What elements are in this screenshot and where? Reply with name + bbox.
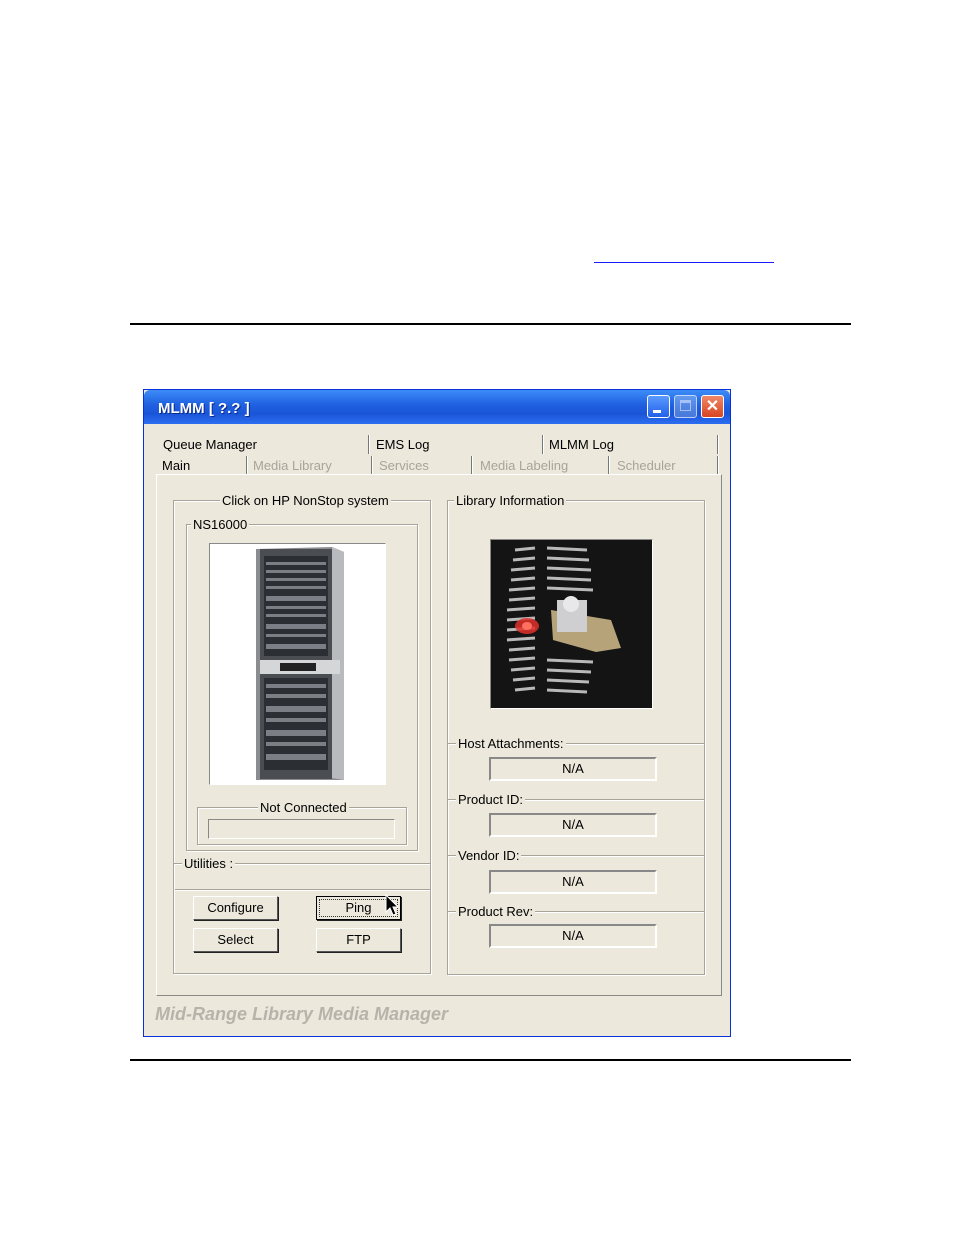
- close-button[interactable]: ✕: [701, 395, 724, 418]
- main-tab-panel: Click on HP NonStop system NS16000 Not C…: [156, 474, 722, 996]
- maximize-button[interactable]: [674, 395, 697, 418]
- select-button[interactable]: Select: [193, 928, 278, 952]
- system-group: Click on HP NonStop system NS16000 Not C…: [173, 493, 431, 891]
- status-group: Not Connected: [197, 800, 407, 845]
- tape-library-image: [490, 539, 653, 709]
- system-group-legend: Click on HP NonStop system: [220, 493, 391, 508]
- tab-mlmm-log[interactable]: MLMM Log: [549, 437, 614, 452]
- tab-media-library[interactable]: Media Library: [253, 458, 332, 473]
- utilities-group: Utilities : Configure Ping Select FTP: [173, 856, 431, 974]
- tab-divider: [246, 456, 248, 475]
- tab-divider: [608, 456, 610, 475]
- tab-scheduler[interactable]: Scheduler: [617, 458, 676, 473]
- host-attachments-label: Host Attachments:: [456, 736, 566, 751]
- server-rack-icon: [256, 547, 344, 780]
- tab-queue-manager[interactable]: Queue Manager: [163, 437, 257, 452]
- tab-divider: [717, 435, 719, 454]
- library-information-legend: Library Information: [454, 493, 567, 508]
- tab-divider: [542, 435, 544, 454]
- tab-divider: [368, 435, 370, 454]
- close-icon: ✕: [705, 398, 720, 415]
- mlmm-window: MLMM [ ?.? ] ✕ Queue Manager EMS Log MLM…: [143, 389, 731, 1037]
- ns16000-group: NS16000 Not Connected: [186, 517, 418, 851]
- nonstop-system-image[interactable]: [209, 543, 386, 785]
- tab-divider: [471, 456, 473, 475]
- tab-ems-log[interactable]: EMS Log: [376, 437, 429, 452]
- link-underline[interactable]: [594, 262, 774, 263]
- status-field: [208, 819, 395, 839]
- tab-services[interactable]: Services: [379, 458, 429, 473]
- vendor-id-label: Vendor ID:: [456, 848, 522, 863]
- connection-status: Not Connected: [258, 800, 349, 815]
- vendor-id-field: N/A: [489, 870, 657, 894]
- configure-button[interactable]: Configure: [193, 896, 278, 920]
- window-title: MLMM [ ?.? ]: [158, 400, 250, 417]
- product-id-label: Product ID:: [456, 792, 526, 807]
- top-rule: [130, 323, 851, 325]
- bottom-rule: [130, 1059, 851, 1061]
- utilities-legend: Utilities :: [182, 856, 236, 871]
- system-name: NS16000: [191, 517, 250, 532]
- tab-divider: [371, 456, 373, 475]
- library-information-group: Library Information Host Attachments: N/…: [447, 493, 705, 975]
- product-rev-label: Product Rev:: [456, 904, 536, 919]
- product-id-field: N/A: [489, 813, 657, 837]
- host-attachments-field: N/A: [489, 757, 657, 781]
- tab-divider: [717, 456, 719, 475]
- tab-main[interactable]: Main: [162, 458, 190, 473]
- tab-media-labeling[interactable]: Media Labeling: [480, 458, 568, 473]
- ftp-button[interactable]: FTP: [316, 928, 401, 952]
- app-footer-title: Mid-Range Library Media Manager: [155, 1004, 449, 1024]
- product-rev-field: N/A: [489, 924, 657, 948]
- title-bar[interactable]: MLMM [ ?.? ] ✕: [144, 390, 730, 424]
- tape-robot-icon: [491, 540, 652, 708]
- minimize-button[interactable]: [647, 395, 670, 418]
- mouse-pointer-icon: [385, 894, 400, 916]
